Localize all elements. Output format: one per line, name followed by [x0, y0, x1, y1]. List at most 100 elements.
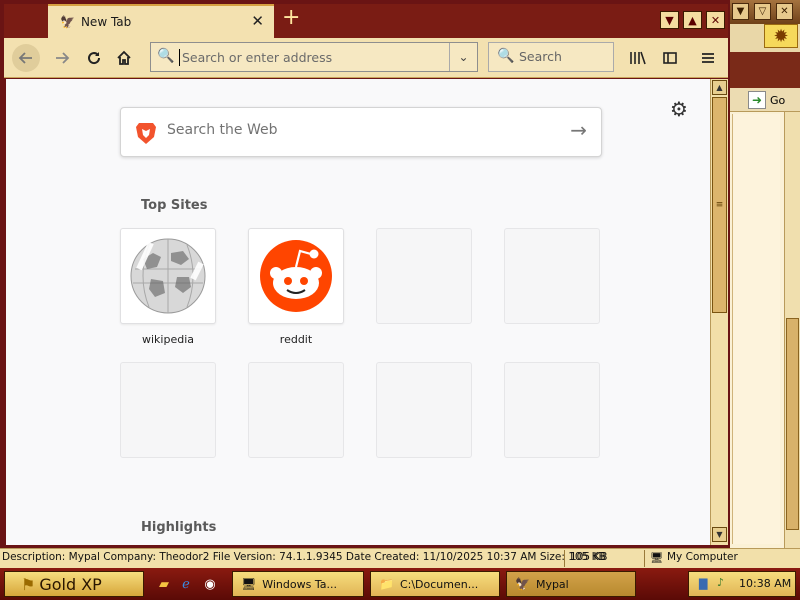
bg-maximize-button[interactable]: ▽: [754, 3, 771, 20]
top-site-empty[interactable]: [248, 362, 344, 458]
web-search-input[interactable]: [167, 122, 547, 138]
close-icon: ✕: [780, 6, 789, 17]
taskbar: ⚑ Gold XP ▰ ℯ ◉ 🖥 Windows Ta... 📁 C:\Doc…: [0, 568, 800, 600]
reddit-alien-icon: [260, 240, 332, 312]
home-button[interactable]: [110, 44, 138, 72]
minimize-button[interactable]: ▼: [660, 11, 679, 29]
task-documents-folder[interactable]: 📁 C:\Documen...: [370, 571, 500, 597]
go-arrow-icon[interactable]: ➜: [748, 91, 766, 109]
close-button[interactable]: ✕: [706, 11, 725, 29]
top-site-label[interactable]: reddit: [248, 333, 344, 346]
task-label: Windows Ta...: [262, 577, 337, 591]
new-tab-page: → ⚙ Top Sites wikipedia: [6, 79, 710, 545]
search-input[interactable]: [519, 49, 609, 64]
background-window-content: [732, 114, 780, 544]
start-label: Gold XP: [39, 574, 102, 594]
top-site-reddit[interactable]: [248, 228, 344, 324]
web-search-box[interactable]: →: [120, 107, 602, 157]
page-scrollbar[interactable]: ▲ ≡ ▼: [710, 79, 728, 545]
wikipedia-globe-icon: [130, 238, 206, 314]
new-tab-plus-icon[interactable]: +: [282, 7, 300, 29]
brave-lion-icon: [136, 123, 156, 144]
triangle-down-icon: ▼: [716, 530, 723, 539]
arrow-left-icon: [18, 52, 32, 64]
highlights-title: Highlights: [141, 520, 217, 535]
tab-title: New Tab: [80, 15, 132, 29]
grip-icon: ≡: [715, 200, 724, 210]
task-windows-task-manager[interactable]: 🖥 Windows Ta...: [232, 571, 364, 597]
status-divider: [564, 550, 565, 567]
chevron-double-down-icon: ▽: [758, 6, 767, 17]
task-label: Mypal: [535, 577, 569, 591]
clock[interactable]: 10:38 AM: [739, 577, 791, 590]
top-sites-title: Top Sites: [141, 198, 208, 213]
background-window: ▼ ▽ ✕ ✹ ➜ Go: [728, 0, 800, 548]
tab-close-icon[interactable]: ✕: [251, 12, 264, 30]
go-button-label[interactable]: Go: [770, 94, 785, 107]
top-site-label[interactable]: wikipedia: [120, 333, 216, 346]
start-button[interactable]: ⚑ Gold XP: [4, 571, 144, 597]
bg-close-button[interactable]: ✕: [776, 3, 793, 20]
scroll-thumb[interactable]: ≡: [712, 97, 727, 313]
internet-explorer-icon[interactable]: ℯ: [178, 576, 194, 592]
sidebar-button[interactable]: [656, 44, 684, 72]
reload-button[interactable]: [80, 44, 108, 72]
status-divider: [644, 550, 645, 567]
bg-minimize-button[interactable]: ▼: [732, 3, 749, 20]
scroll-up-button[interactable]: ▲: [712, 80, 727, 95]
background-window-band: [728, 52, 800, 88]
status-description: Description: Mypal Company: Theodor2 Fil…: [2, 551, 606, 563]
chevron-down-icon: ▼: [665, 13, 674, 27]
reload-icon: [88, 52, 101, 65]
browser-window: 🦅 New Tab ✕ + ▼ ▲ ✕ 🔍 ⌄ 🔍: [0, 0, 730, 548]
address-dropdown-button[interactable]: ⌄: [449, 43, 477, 71]
address-input[interactable]: [179, 49, 443, 66]
top-site-empty[interactable]: [504, 362, 600, 458]
arrow-right-icon[interactable]: →: [570, 118, 587, 142]
address-bar[interactable]: 🔍 ⌄: [150, 42, 478, 72]
windows-logo-icon: ✹: [764, 24, 798, 48]
volume-icon[interactable]: ♪: [717, 576, 724, 589]
library-icon: [630, 51, 646, 65]
network-icon[interactable]: ▇: [699, 577, 707, 590]
background-scroll-thumb[interactable]: [786, 318, 799, 530]
top-site-empty[interactable]: [120, 362, 216, 458]
chevron-down-icon: ⌄: [458, 50, 469, 64]
background-window-titlebar: ▼ ▽ ✕: [728, 0, 800, 24]
chevron-up-icon: ▲: [688, 13, 697, 27]
scroll-down-button[interactable]: ▼: [712, 527, 727, 542]
restore-button[interactable]: ▲: [683, 11, 702, 29]
home-icon: [117, 50, 131, 65]
chevron-down-icon: ▼: [736, 6, 745, 17]
triangle-up-icon: ▲: [716, 83, 723, 92]
task-mypal[interactable]: 🦅 Mypal: [506, 571, 636, 597]
system-tray: ▇ ♪ 10:38 AM: [688, 571, 796, 597]
folder-icon: 📁: [379, 577, 394, 591]
top-site-wikipedia[interactable]: [120, 228, 216, 324]
mypal-icon: 🦅: [60, 15, 75, 29]
explorer-status-bar: Description: Mypal Company: Theodor2 Fil…: [0, 548, 800, 568]
task-label: C:\Documen...: [399, 577, 479, 591]
gear-icon[interactable]: ⚙: [670, 97, 688, 121]
top-site-empty[interactable]: [376, 228, 472, 324]
close-icon: ✕: [710, 13, 721, 27]
arrow-right-icon: [56, 52, 70, 64]
status-size: 105 KB: [570, 551, 608, 563]
search-bar[interactable]: 🔍: [488, 42, 614, 72]
monitor-icon: 🖥: [241, 577, 257, 591]
status-location: My Computer: [667, 551, 738, 563]
menu-button[interactable]: [694, 44, 722, 72]
search-icon: 🔍: [497, 48, 515, 64]
back-button[interactable]: [12, 44, 40, 72]
background-window-scrollbar[interactable]: [784, 112, 800, 548]
media-player-icon[interactable]: ◉: [202, 576, 218, 592]
windows-flag-icon: ⚑: [21, 574, 36, 594]
folder-icon[interactable]: ▰: [156, 576, 172, 592]
tab-bar: 🦅 New Tab ✕ + ▼ ▲ ✕: [4, 4, 728, 38]
forward-button[interactable]: [48, 44, 76, 72]
library-button[interactable]: [624, 44, 652, 72]
sidebar-icon: [663, 52, 677, 64]
top-site-empty[interactable]: [376, 362, 472, 458]
top-site-empty[interactable]: [504, 228, 600, 324]
tab-new-tab[interactable]: 🦅 New Tab ✕: [48, 4, 274, 38]
